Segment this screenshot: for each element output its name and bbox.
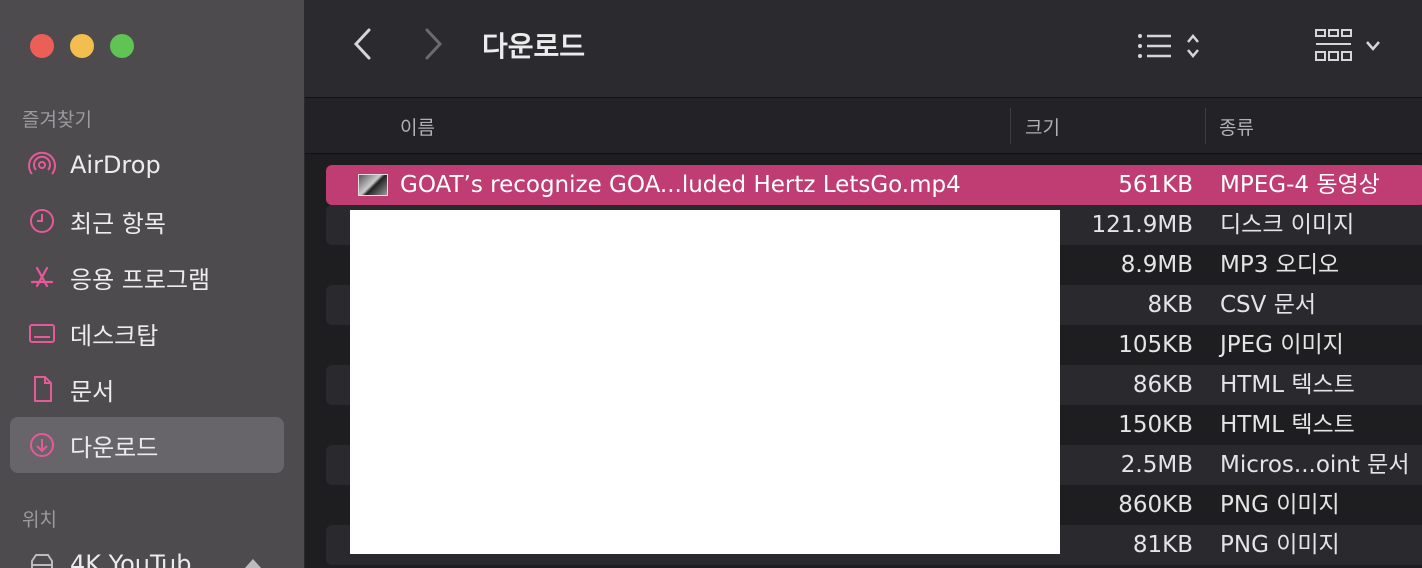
file-size: 105KB xyxy=(1118,332,1193,358)
eject-icon[interactable] xyxy=(244,559,262,568)
column-divider[interactable] xyxy=(1205,108,1206,144)
sidebar-item-recents[interactable]: 최근 항목 xyxy=(10,193,284,249)
airdrop-icon xyxy=(26,149,58,181)
back-button[interactable] xyxy=(343,24,383,64)
column-kind-header[interactable]: 종류 xyxy=(1219,98,1254,154)
sidebar-item-documents[interactable]: 문서 xyxy=(10,361,284,417)
file-kind: PNG 이미지 xyxy=(1220,492,1340,518)
chevron-right-icon xyxy=(425,28,443,60)
column-size-header[interactable]: 크기 xyxy=(1025,98,1060,154)
view-options-button[interactable] xyxy=(1137,26,1223,66)
file-kind: CSV 문서 xyxy=(1220,292,1317,318)
file-kind: PNG 이미지 xyxy=(1220,532,1340,558)
sidebar-item-label: 응용 프로그램 xyxy=(70,265,211,294)
chevron-down-icon xyxy=(1366,41,1380,51)
forward-button[interactable] xyxy=(413,24,453,64)
window-controls xyxy=(30,34,134,58)
file-kind: 디스크 이미지 xyxy=(1220,212,1355,238)
column-header: 이름 크기 종류 xyxy=(305,98,1422,154)
applications-icon xyxy=(26,261,58,293)
sidebar-item-label: 데스크탑 xyxy=(70,321,159,350)
sidebar-item-drive[interactable]: 4K YouTub xyxy=(10,536,284,568)
favorites-section-label: 즐겨찾기 xyxy=(22,109,92,131)
sidebar-item-downloads[interactable]: 다운로드 xyxy=(10,417,284,473)
column-name-header[interactable]: 이름 xyxy=(400,98,435,154)
sidebar-item-label: 4K YouTub xyxy=(70,550,192,568)
file-size: 561KB xyxy=(1118,172,1193,198)
file-kind: MPEG-4 동영상 xyxy=(1220,172,1380,198)
redaction-box xyxy=(350,210,1060,554)
zoom-window-button[interactable] xyxy=(110,34,134,58)
file-size: 2.5MB xyxy=(1120,452,1193,478)
file-kind: HTML 텍스트 xyxy=(1220,372,1355,398)
file-size: 8.9MB xyxy=(1120,252,1193,278)
drive-icon xyxy=(26,548,58,568)
file-size: 81KB xyxy=(1132,532,1193,558)
group-options-button[interactable] xyxy=(1315,24,1395,68)
video-thumbnail xyxy=(358,174,388,196)
sidebar-item-label: AirDrop xyxy=(70,151,161,179)
toolbar: 다운로드 xyxy=(305,0,1422,98)
sidebar-item-applications[interactable]: 응용 프로그램 xyxy=(10,249,284,305)
clock-icon xyxy=(26,205,58,237)
sidebar: 즐겨찾기 AirDrop 최근 항목 응용 프로그램 데스크탑 문서 다운로드 … xyxy=(0,0,305,568)
minimize-window-button[interactable] xyxy=(70,34,94,58)
window-title: 다운로드 xyxy=(482,30,586,63)
file-size: 150KB xyxy=(1118,412,1193,438)
sidebar-item-airdrop[interactable]: AirDrop xyxy=(10,137,284,193)
file-kind: Micros...oint 문서 xyxy=(1220,452,1410,478)
file-size: 8KB xyxy=(1147,292,1194,318)
list-view-icon xyxy=(1138,34,1171,58)
file-row[interactable]: GOAT’s recognize GOA...luded Hertz LetsG… xyxy=(326,165,1422,205)
download-icon xyxy=(26,429,58,461)
chevron-updown-icon xyxy=(1187,34,1199,58)
file-kind: JPEG 이미지 xyxy=(1220,332,1344,358)
desktop-icon xyxy=(26,317,58,349)
file-size: 860KB xyxy=(1118,492,1193,518)
locations-section-label: 위치 xyxy=(22,509,57,531)
document-icon xyxy=(26,373,58,405)
file-kind: HTML 텍스트 xyxy=(1220,412,1355,438)
file-size: 86KB xyxy=(1132,372,1193,398)
sidebar-item-label: 문서 xyxy=(70,377,115,406)
chevron-left-icon xyxy=(353,28,371,60)
file-name: GOAT’s recognize GOA...luded Hertz LetsG… xyxy=(400,172,961,198)
file-kind: MP3 오디오 xyxy=(1220,252,1340,278)
column-divider[interactable] xyxy=(1010,108,1011,144)
file-size: 121.9MB xyxy=(1091,212,1193,238)
sidebar-item-desktop[interactable]: 데스크탑 xyxy=(10,305,284,361)
close-window-button[interactable] xyxy=(30,34,54,58)
sidebar-item-label: 다운로드 xyxy=(70,433,159,462)
grid-view-icon xyxy=(1315,29,1352,61)
sidebar-item-label: 최근 항목 xyxy=(70,209,166,238)
